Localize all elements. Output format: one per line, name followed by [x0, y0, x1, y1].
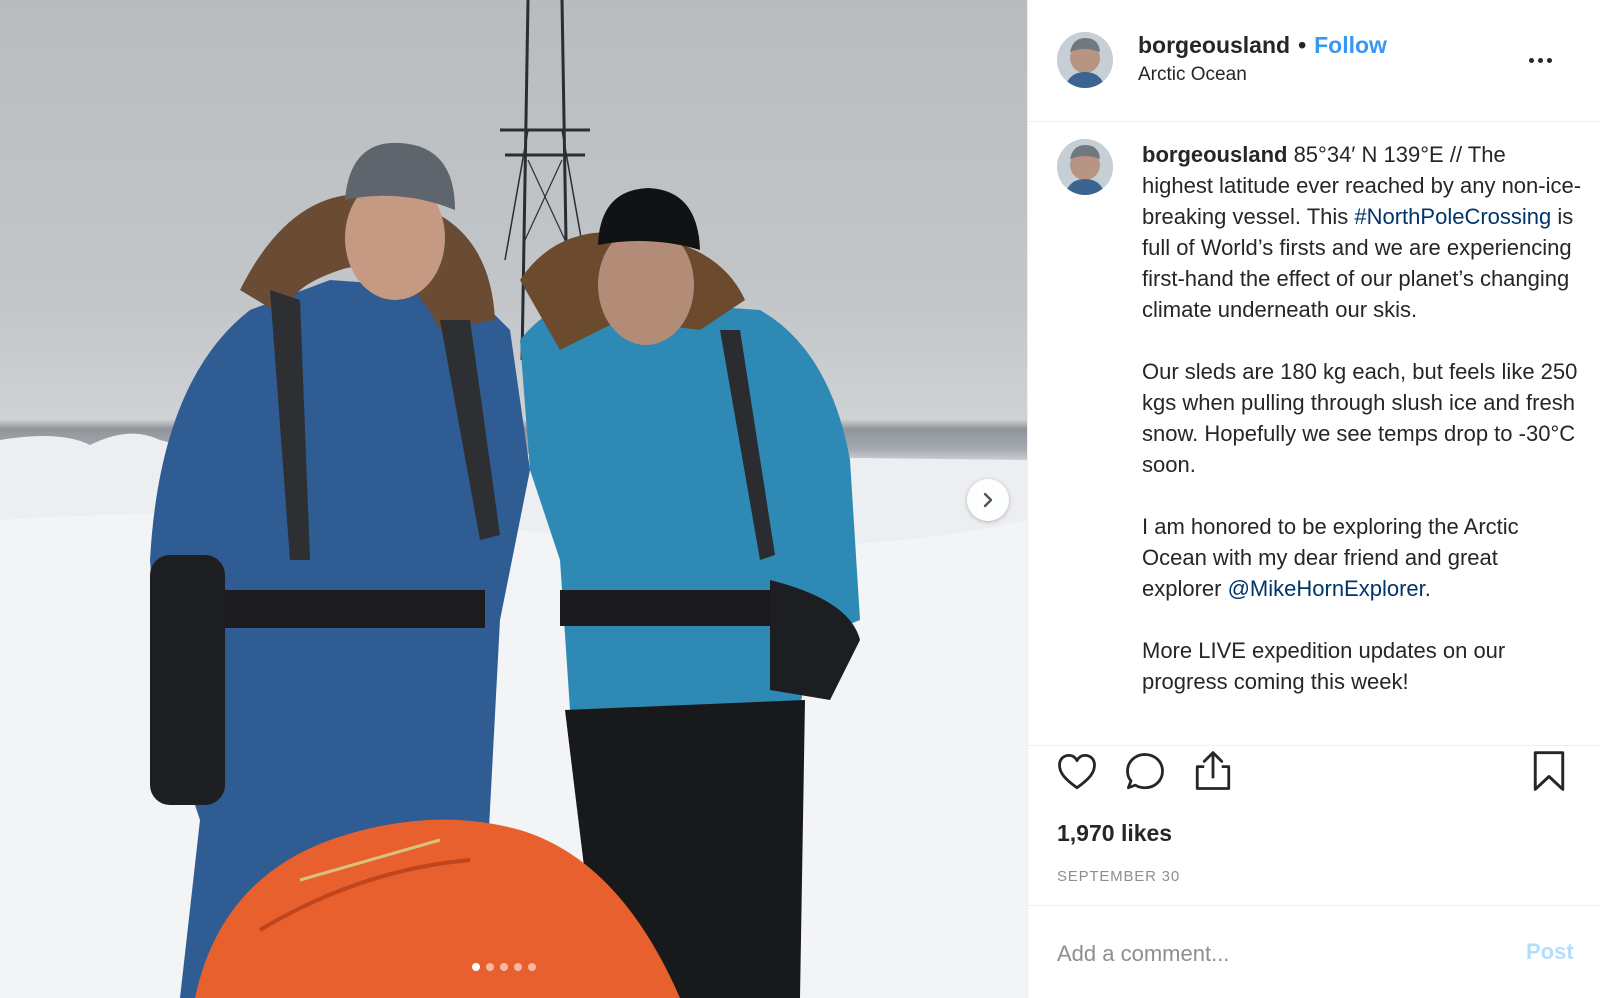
caption-section: borgeousland 85°34′ N 139°E // The highe…: [1028, 123, 1600, 743]
caption-text-part: .: [1424, 576, 1431, 601]
header-user-line: borgeousland • Follow: [1138, 32, 1387, 59]
save-button[interactable]: [1530, 749, 1568, 798]
post-actions: 1,970 likes SEPTEMBER 30: [1028, 745, 1600, 905]
carousel-dot: [500, 963, 508, 971]
post-sidebar: borgeousland • Follow Arctic Ocean borge…: [1027, 0, 1600, 998]
header-username[interactable]: borgeousland: [1138, 32, 1290, 59]
carousel-indicator: [472, 963, 536, 971]
bookmark-icon: [1533, 751, 1565, 791]
like-button[interactable]: [1056, 751, 1098, 798]
caption-paragraph: Our sleds are 180 kg each, but feels lik…: [1142, 359, 1578, 477]
share-icon: [1195, 751, 1231, 790]
photo-scene: [0, 0, 1027, 998]
comment-button[interactable]: [1124, 751, 1166, 798]
carousel-dot: [528, 963, 536, 971]
caption-username[interactable]: borgeousland: [1142, 142, 1287, 167]
likes-count[interactable]: 1,970 likes: [1057, 820, 1172, 847]
hashtag-link[interactable]: #NorthPoleCrossing: [1354, 204, 1551, 229]
post-photo[interactable]: [0, 0, 1027, 998]
carousel-dot: [472, 963, 480, 971]
comment-input[interactable]: [1057, 936, 1497, 972]
more-options-icon[interactable]: [1529, 52, 1559, 68]
separator-dot: •: [1298, 32, 1307, 58]
caption-paragraph: More LIVE expedition updates on our prog…: [1142, 638, 1506, 694]
post-header: borgeousland • Follow Arctic Ocean: [1028, 0, 1600, 122]
caption-text: borgeousland 85°34′ N 139°E // The highe…: [1142, 139, 1582, 728]
mention-link[interactable]: @MikeHornExplorer: [1228, 576, 1425, 601]
location-link[interactable]: Arctic Ocean: [1138, 64, 1247, 86]
carousel-dot: [514, 963, 522, 971]
carousel-dot: [486, 963, 494, 971]
avatar-image: [1057, 139, 1113, 195]
post-date: SEPTEMBER 30: [1057, 868, 1180, 885]
avatar-image: [1057, 32, 1113, 88]
share-button[interactable]: [1192, 749, 1234, 798]
heart-icon: [1058, 753, 1096, 790]
comment-bar: Post: [1028, 905, 1600, 998]
chevron-right-icon: [983, 492, 993, 508]
comment-icon: [1126, 753, 1164, 790]
next-slide-button[interactable]: [967, 479, 1009, 521]
avatar[interactable]: [1057, 139, 1113, 195]
avatar[interactable]: [1057, 32, 1113, 88]
post-comment-button[interactable]: Post: [1526, 939, 1574, 965]
follow-button[interactable]: Follow: [1314, 32, 1387, 59]
